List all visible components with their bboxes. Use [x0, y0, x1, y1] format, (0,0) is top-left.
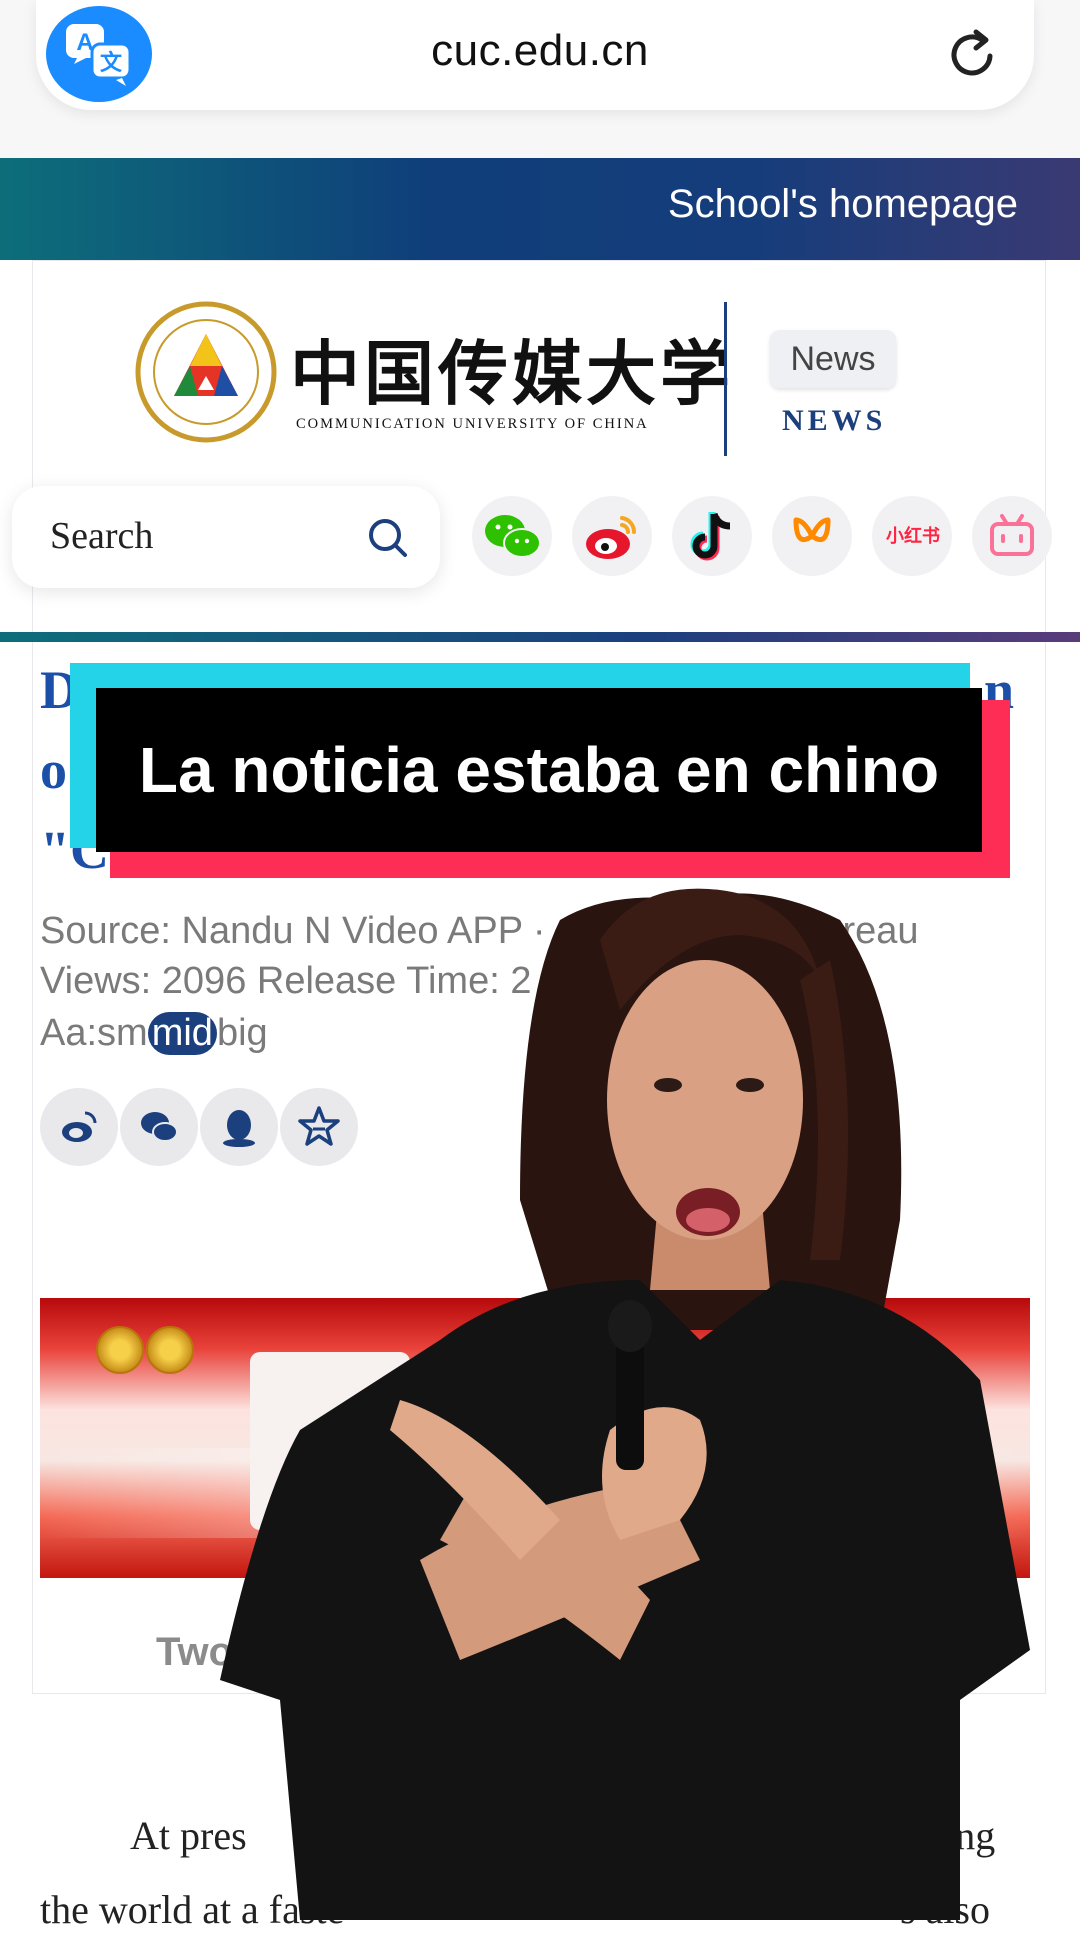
wechat-icon [485, 515, 541, 558]
logo-chinese-text: 中国传媒大学 [290, 332, 734, 415]
tiktok-icon [690, 512, 731, 561]
article-views: Views: 2096 Release Time: 2 [40, 960, 532, 1002]
tiktok-link[interactable] [672, 496, 752, 576]
share-weibo-button[interactable] [40, 1088, 118, 1166]
news-tab[interactable]: News [770, 330, 896, 388]
font-size-small[interactable]: sm [97, 1012, 148, 1054]
kuaishou-icon [793, 517, 831, 542]
share-favorite-button[interactable] [280, 1088, 358, 1166]
body-line-2-start: the world at a faste [40, 1887, 345, 1932]
bilibili-icon [990, 514, 1034, 556]
search-icon[interactable] [366, 516, 410, 560]
header-divider [724, 302, 727, 456]
article-banner-image [40, 1298, 1030, 1578]
header-accent-bar [0, 632, 1080, 642]
weibo-icon [586, 516, 637, 559]
favorite-share-icon [298, 1106, 340, 1146]
qq-share-icon [223, 1110, 255, 1147]
body-line-1-end: ructing [882, 1813, 996, 1858]
news-caps-label: NEWS [782, 404, 887, 437]
logo-english-text: COMMUNICATION UNIVERSITY OF CHINA [296, 416, 649, 432]
wechat-share-icon [141, 1112, 178, 1142]
font-size-mid[interactable]: mid [147, 1012, 217, 1055]
body-line-1-mid: art [336, 1813, 379, 1858]
body-line-1-start: At pres [130, 1813, 247, 1858]
article-source: Source: Nandu N Video APP · C [40, 910, 584, 952]
banner-ribbon [40, 1448, 1030, 1538]
font-size-big[interactable]: big [217, 1012, 268, 1054]
site-top-banner: School's homepage [0, 158, 1080, 260]
xiaohongshu-link[interactable]: 小红书 [872, 496, 952, 576]
banner-card [250, 1352, 410, 1530]
reload-icon[interactable] [944, 26, 1002, 84]
national-emblem-icon [96, 1326, 144, 1374]
font-size-selector: Aa:sm mid big [40, 1012, 268, 1055]
wechat-link[interactable] [472, 496, 552, 576]
kuaishou-link[interactable] [772, 496, 852, 576]
school-homepage-link[interactable]: School's homepage [668, 182, 1018, 227]
url-text[interactable]: cuc.edu.cn [0, 26, 1080, 76]
university-logo[interactable]: 中国传媒大学 COMMUNICATION UNIVERSITY OF CHINA [134, 300, 730, 450]
weibo-share-icon [62, 1111, 97, 1142]
xiaohongshu-icon: 小红书 [886, 526, 940, 547]
article-source-tail: Bureau [796, 910, 919, 952]
search-placeholder: Search [50, 515, 154, 557]
image-caption: Two [156, 1630, 234, 1674]
university-emblem-icon [135, 301, 277, 443]
caption-overlay-text: La noticia estaba en chino [138, 734, 940, 806]
share-qq-button[interactable] [200, 1088, 278, 1166]
font-size-label: Aa: [40, 1012, 98, 1054]
browser-toolbar: A 文 cuc.edu.cn [0, 0, 1080, 158]
weibo-link[interactable] [572, 496, 652, 576]
bilibili-link[interactable] [972, 496, 1052, 576]
cppcc-emblem-icon [146, 1326, 194, 1374]
search-input[interactable]: Search [12, 486, 440, 588]
share-wechat-button[interactable] [120, 1088, 198, 1166]
body-line-2-end: s also [900, 1887, 990, 1932]
